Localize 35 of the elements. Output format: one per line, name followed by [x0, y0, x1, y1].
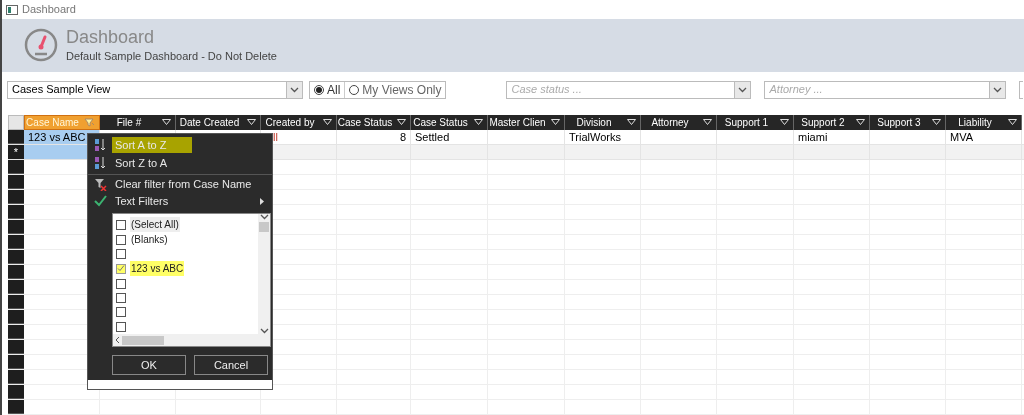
filter-value[interactable]: (Blanks)	[130, 232, 169, 247]
column-header[interactable]: Case Status	[411, 115, 488, 130]
radio-option[interactable]: All	[310, 81, 345, 98]
cell-text: MVA	[950, 129, 974, 145]
cell-text: TrialWorks	[569, 129, 621, 145]
column-header[interactable]: Attorney	[641, 115, 717, 130]
cell-text: ll	[273, 129, 278, 145]
window-title: Dashboard	[22, 2, 76, 18]
column-header[interactable]: Support 3	[870, 115, 946, 130]
cell-text: 123 vs ABC	[28, 129, 86, 145]
column-header[interactable]: File #	[100, 115, 176, 130]
column-header[interactable]: Case Status	[337, 115, 411, 130]
new-record-marker: *	[13, 144, 19, 160]
dashboard-title: Dashboard	[66, 26, 156, 49]
column-header[interactable]: Date Created	[176, 115, 261, 130]
column-header[interactable]: Created by	[261, 115, 337, 130]
filter-value[interactable]: 123 vs ABC	[130, 261, 185, 277]
column-header[interactable]: Division	[565, 115, 641, 130]
column-header[interactable]: Support 1	[717, 115, 794, 130]
radio-option[interactable]: My Views Only	[344, 81, 446, 98]
value-list[interactable]: (Select All) (Blanks) 123 vs ABC	[112, 213, 271, 347]
dropdown-field[interactable]: Cases Sample View	[7, 80, 303, 99]
column-header[interactable]: Liability	[946, 115, 1022, 130]
cell-text: 8	[399, 129, 406, 145]
menu-item[interactable]: Sort Z to A	[112, 155, 272, 171]
column-header[interactable]: Master Clien	[488, 115, 565, 130]
menu-item[interactable]: Text Filters	[112, 193, 272, 209]
dialog-button[interactable]: OK	[112, 355, 186, 375]
cell-text: miami	[798, 129, 828, 145]
dashboard-subtitle: Default Sample Dashboard - Do Not Delete	[66, 49, 277, 65]
filter-value[interactable]: (Select All)	[130, 217, 180, 232]
column-header[interactable]: Support 2	[794, 115, 870, 130]
menu-item[interactable]: Clear filter from Case Name	[112, 176, 272, 192]
cell-text: Settled	[415, 129, 450, 145]
dialog-button[interactable]: Cancel	[194, 355, 268, 375]
